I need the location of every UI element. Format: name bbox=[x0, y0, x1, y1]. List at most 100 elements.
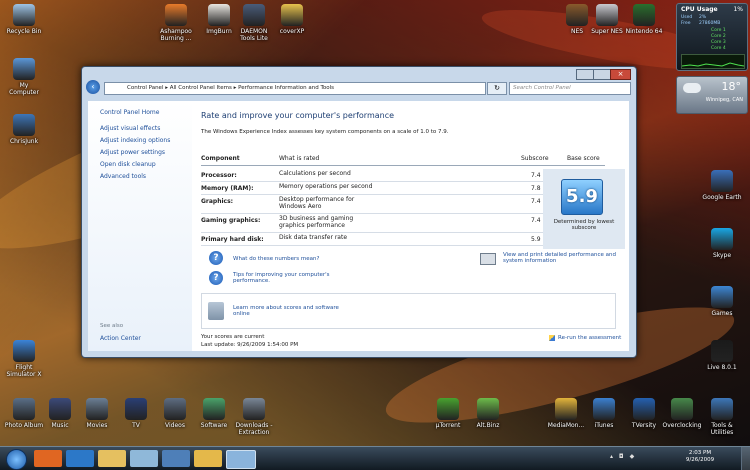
taskbar-clock[interactable]: 2:03 PM 9/26/2009 bbox=[680, 450, 720, 464]
printer-icon bbox=[480, 253, 496, 265]
sidebar-link[interactable]: Advanced tools bbox=[100, 173, 146, 180]
desktop-icon[interactable]: µTorrent bbox=[426, 398, 470, 429]
ie-taskbar-button[interactable] bbox=[66, 450, 94, 467]
mail-taskbar-button[interactable] bbox=[162, 450, 190, 467]
sidebar: Control Panel Home Adjust visual effects… bbox=[88, 101, 192, 351]
desktop-icon-label: Recycle Bin bbox=[6, 28, 42, 35]
app-icon bbox=[711, 228, 733, 250]
window-controls: × bbox=[576, 69, 631, 80]
sidebar-home-link[interactable]: Control Panel Home bbox=[100, 109, 159, 116]
minimize-button[interactable] bbox=[576, 69, 594, 80]
desktop-icon-label: Ashampoo Burning ... bbox=[160, 28, 192, 42]
desktop-icon-label: iTunes bbox=[594, 422, 614, 429]
breadcrumb-performance[interactable]: Performance Information and Tools bbox=[238, 85, 334, 91]
numbers-meaning-link[interactable]: What do these numbers mean? bbox=[233, 256, 319, 262]
row-divider bbox=[201, 194, 543, 195]
tips-link[interactable]: Tips for improving your computer's perfo… bbox=[233, 272, 343, 284]
desktop-icon-label: Software bbox=[200, 422, 228, 429]
row-subscore: 7.4 bbox=[531, 198, 541, 205]
header-component: Component bbox=[201, 155, 240, 162]
row-what-rated: Memory operations per second bbox=[279, 183, 373, 190]
cpu-used-label: Used bbox=[681, 15, 693, 20]
row-what-rated: Calculations per second bbox=[279, 170, 351, 177]
desktop-icon[interactable]: Movies bbox=[75, 398, 119, 429]
print-details-link[interactable]: View and print detailed performance and … bbox=[503, 252, 623, 264]
desktop-icon[interactable]: Flight Simulator X bbox=[2, 340, 46, 378]
control-panel-taskbar-button[interactable] bbox=[226, 450, 256, 469]
app-icon bbox=[596, 4, 618, 26]
media-player-taskbar-button[interactable] bbox=[194, 450, 222, 467]
app-icon bbox=[13, 398, 35, 420]
start-button[interactable] bbox=[6, 449, 27, 470]
desktop-icon[interactable]: coverXP bbox=[270, 4, 314, 35]
app-icon bbox=[243, 398, 265, 420]
cpu-usage-gadget[interactable]: CPU Usage 1% Used 2% Free 27860MB Core 1… bbox=[676, 3, 748, 71]
desktop-icon[interactable]: Live 8.0.1 bbox=[700, 340, 744, 371]
weather-temp: 18° bbox=[721, 80, 742, 93]
cloud-icon bbox=[683, 83, 701, 93]
desktop-icon[interactable]: Downloads - Extraction bbox=[232, 398, 276, 436]
app-icon bbox=[49, 398, 71, 420]
sidebar-link[interactable]: Open disk cleanup bbox=[100, 161, 156, 168]
breadcrumb-all-items[interactable]: All Control Panel Items bbox=[170, 85, 232, 91]
maximize-button[interactable] bbox=[593, 69, 611, 80]
media-center-taskbar-button[interactable] bbox=[130, 450, 158, 467]
desktop-icon[interactable]: Skype bbox=[700, 228, 744, 259]
desktop-icon[interactable]: Overclocking bbox=[660, 398, 704, 429]
app-icon bbox=[711, 340, 733, 362]
desktop-icon[interactable]: Games bbox=[700, 286, 744, 317]
desktop-icon[interactable]: Google Earth bbox=[700, 170, 744, 201]
header-base-score: Base score bbox=[567, 155, 600, 162]
sidebar-link[interactable]: Adjust indexing options bbox=[100, 137, 170, 144]
sidebar-link[interactable]: Adjust power settings bbox=[100, 149, 165, 156]
address-bar[interactable]: Control Panel ▸ All Control Panel Items … bbox=[104, 82, 486, 95]
search-input[interactable]: Search Control Panel bbox=[509, 82, 631, 95]
row-subscore: 5.9 bbox=[531, 236, 541, 243]
rerun-assessment-link[interactable]: Re-run the assessment bbox=[558, 335, 621, 341]
back-button[interactable]: ‹ bbox=[86, 80, 100, 94]
desktop-icon[interactable]: My Computer bbox=[2, 58, 46, 96]
app-icon bbox=[633, 4, 655, 26]
desktop-icon[interactable]: Ashampoo Burning ... bbox=[154, 4, 198, 42]
desktop-icon-label: Google Earth bbox=[702, 194, 742, 201]
row-component: Processor: bbox=[201, 172, 237, 179]
desktop-icon-label: Tools & Utilities bbox=[710, 422, 734, 436]
refresh-button[interactable]: ↻ bbox=[487, 82, 507, 95]
cpu-core-label: Core 4 bbox=[711, 46, 726, 51]
taskbar: ▴ ◘ ◆ 2:03 PM 9/26/2009 bbox=[0, 446, 750, 470]
app-icon bbox=[165, 4, 187, 26]
desktop-icon-label: TV bbox=[132, 422, 140, 429]
action-center-link[interactable]: Action Center bbox=[100, 335, 141, 342]
app-icon bbox=[671, 398, 693, 420]
desktop-icon[interactable]: Recycle Bin bbox=[2, 4, 46, 35]
row-divider bbox=[201, 213, 543, 214]
show-desktop-button[interactable] bbox=[741, 447, 750, 470]
weather-gadget[interactable]: 18° Winnipeg, CAN bbox=[676, 76, 748, 114]
desktop-icon[interactable]: Software bbox=[192, 398, 236, 429]
desktop-icon-label: My Computer bbox=[9, 82, 39, 96]
desktop-icon[interactable]: TV bbox=[114, 398, 158, 429]
learn-more-link[interactable]: Learn more about scores and software onl… bbox=[233, 305, 353, 317]
breadcrumb-control-panel[interactable]: Control Panel bbox=[127, 85, 163, 91]
desktop-icon[interactable]: iTunes bbox=[582, 398, 626, 429]
header-what-rated: What is rated bbox=[279, 155, 320, 162]
row-divider bbox=[201, 232, 543, 233]
app-icon bbox=[125, 398, 147, 420]
help-icon[interactable]: ? bbox=[209, 271, 223, 285]
close-button[interactable]: × bbox=[610, 69, 631, 80]
desktop-icon[interactable]: Nintendo 64 bbox=[622, 4, 666, 35]
help-icon[interactable]: ? bbox=[209, 251, 223, 265]
desktop-icon-label: Videos bbox=[165, 422, 185, 429]
desktop-icon[interactable]: Alt.Binz bbox=[466, 398, 510, 429]
desktop-icon[interactable]: ChrisJunk bbox=[2, 114, 46, 145]
desktop-icon[interactable]: Videos bbox=[153, 398, 197, 429]
desktop-icon-label: Movies bbox=[86, 422, 108, 429]
desktop-icon-label: µTorrent bbox=[435, 422, 461, 429]
desktop-icon[interactable]: Tools & Utilities bbox=[700, 398, 744, 436]
sidebar-link[interactable]: Adjust visual effects bbox=[100, 125, 160, 132]
app-icon bbox=[13, 58, 35, 80]
firefox-taskbar-button[interactable] bbox=[34, 450, 62, 467]
tray-icons[interactable]: ▴ ◘ ◆ bbox=[610, 453, 650, 463]
cpu-core-label: Core 3 bbox=[711, 40, 726, 45]
explorer-taskbar-button[interactable] bbox=[98, 450, 126, 467]
